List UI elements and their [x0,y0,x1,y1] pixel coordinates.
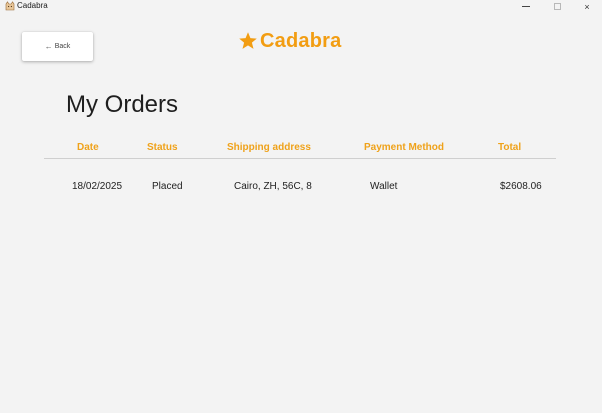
brand-name: Cadabra [260,29,342,52]
back-button[interactable]: ← Back [22,32,93,61]
brand-logo: Cadabra [238,28,341,54]
cat-app-icon [5,1,15,11]
order-shipping-address: Cairo, ZH, 56C, 8 [234,181,312,192]
star-icon [239,32,257,49]
back-button-label: Back [54,43,71,50]
maximize-icon [553,3,561,10]
order-status: Placed [152,181,183,192]
column-header-shipping-address: Shipping address [227,142,311,153]
maximize-button[interactable] [542,0,572,13]
column-header-total: Total [498,142,522,153]
order-payment-method: Wallet [370,181,398,192]
column-header-date: Date [77,142,99,153]
title-bar: Cadabra × [0,0,602,13]
column-header-status: Status [147,142,178,153]
minimize-icon [522,6,530,7]
close-button[interactable]: × [572,0,602,13]
app-window: Cadabra × ← Back Cadabra My Orders Date … [0,0,602,413]
back-arrow-icon: ← [44,42,53,51]
page-title: My Orders [66,91,179,118]
column-header-payment-method: Payment Method [364,142,445,153]
minimize-button[interactable] [511,0,541,13]
header-divider [44,158,556,159]
order-date: 18/02/2025 [72,181,123,192]
close-icon: × [584,1,590,12]
order-total: $2608.06 [500,181,542,192]
window-title: Cadabra [17,1,48,10]
